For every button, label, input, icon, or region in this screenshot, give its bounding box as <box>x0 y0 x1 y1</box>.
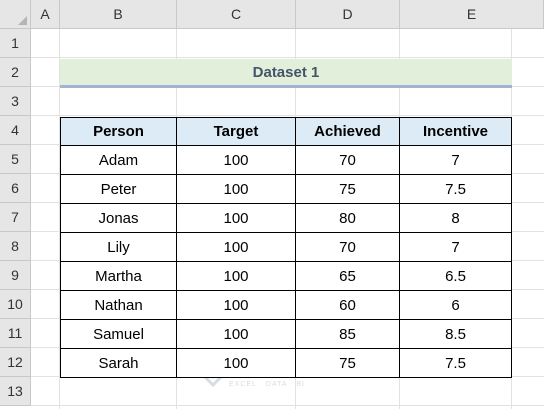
table-cell[interactable]: 85 <box>296 320 400 349</box>
table-cell[interactable]: 75 <box>296 175 400 204</box>
table-cell[interactable]: 70 <box>296 233 400 262</box>
row-header-4[interactable]: 4 <box>0 116 31 145</box>
dataset-title[interactable]: Dataset 1 <box>60 59 512 88</box>
table-cell[interactable]: 7 <box>400 233 512 262</box>
table-cell[interactable]: Peter <box>60 175 177 204</box>
table-cell[interactable]: 100 <box>177 204 296 233</box>
table-cell[interactable]: 7.5 <box>400 349 512 378</box>
table-cell[interactable]: 100 <box>177 146 296 175</box>
table-cell[interactable]: 100 <box>177 262 296 291</box>
table-cell[interactable]: Nathan <box>60 291 177 320</box>
table-cell[interactable]: 100 <box>177 320 296 349</box>
table-cell[interactable]: 100 <box>177 233 296 262</box>
select-all-triangle-icon <box>18 16 27 25</box>
table-header-cell[interactable]: Incentive <box>400 117 512 146</box>
table-cell[interactable]: 6 <box>400 291 512 320</box>
table-cell[interactable]: Samuel <box>60 320 177 349</box>
column-header-b[interactable]: B <box>60 0 177 29</box>
table-cell[interactable]: Martha <box>60 262 177 291</box>
table-header-cell[interactable]: Achieved <box>296 117 400 146</box>
table-cell[interactable]: Jonas <box>60 204 177 233</box>
table-cell[interactable]: 75 <box>296 349 400 378</box>
row-header-12[interactable]: 12 <box>0 348 31 377</box>
row-header-5[interactable]: 5 <box>0 145 31 174</box>
table-header-cell[interactable]: Person <box>60 117 177 146</box>
row-header-9[interactable]: 9 <box>0 261 31 290</box>
column-header-e[interactable]: E <box>400 0 544 29</box>
row-header-13[interactable]: 13 <box>0 377 31 406</box>
column-header-c[interactable]: C <box>177 0 296 29</box>
row-header-1[interactable]: 1 <box>0 29 31 58</box>
table-cell[interactable]: 8.5 <box>400 320 512 349</box>
table-cell[interactable]: 100 <box>177 175 296 204</box>
row-header-2[interactable]: 2 <box>0 58 31 87</box>
table-cell[interactable]: 100 <box>177 291 296 320</box>
gridline-horizontal <box>31 57 544 58</box>
table-cell[interactable]: Lily <box>60 233 177 262</box>
table-cell[interactable]: Sarah <box>60 349 177 378</box>
table-cell[interactable]: 6.5 <box>400 262 512 291</box>
row-header-10[interactable]: 10 <box>0 290 31 319</box>
table-cell[interactable]: 65 <box>296 262 400 291</box>
table-cell[interactable]: 7 <box>400 146 512 175</box>
table-cell[interactable]: 60 <box>296 291 400 320</box>
table-cell[interactable]: 7.5 <box>400 175 512 204</box>
table-cell[interactable]: 100 <box>177 349 296 378</box>
table-header-cell[interactable]: Target <box>177 117 296 146</box>
gridline-horizontal <box>31 405 544 406</box>
table-cell[interactable]: 70 <box>296 146 400 175</box>
row-header-8[interactable]: 8 <box>0 232 31 261</box>
table-cell[interactable]: Adam <box>60 146 177 175</box>
table-cell[interactable]: 8 <box>400 204 512 233</box>
row-header-7[interactable]: 7 <box>0 203 31 232</box>
row-header-6[interactable]: 6 <box>0 174 31 203</box>
column-header-a[interactable]: A <box>31 0 60 29</box>
column-header-d[interactable]: D <box>296 0 400 29</box>
table-cell[interactable]: 80 <box>296 204 400 233</box>
select-all-corner[interactable] <box>0 0 31 29</box>
row-header-11[interactable]: 11 <box>0 319 31 348</box>
row-header-3[interactable]: 3 <box>0 87 31 116</box>
gridline-horizontal <box>31 115 544 116</box>
